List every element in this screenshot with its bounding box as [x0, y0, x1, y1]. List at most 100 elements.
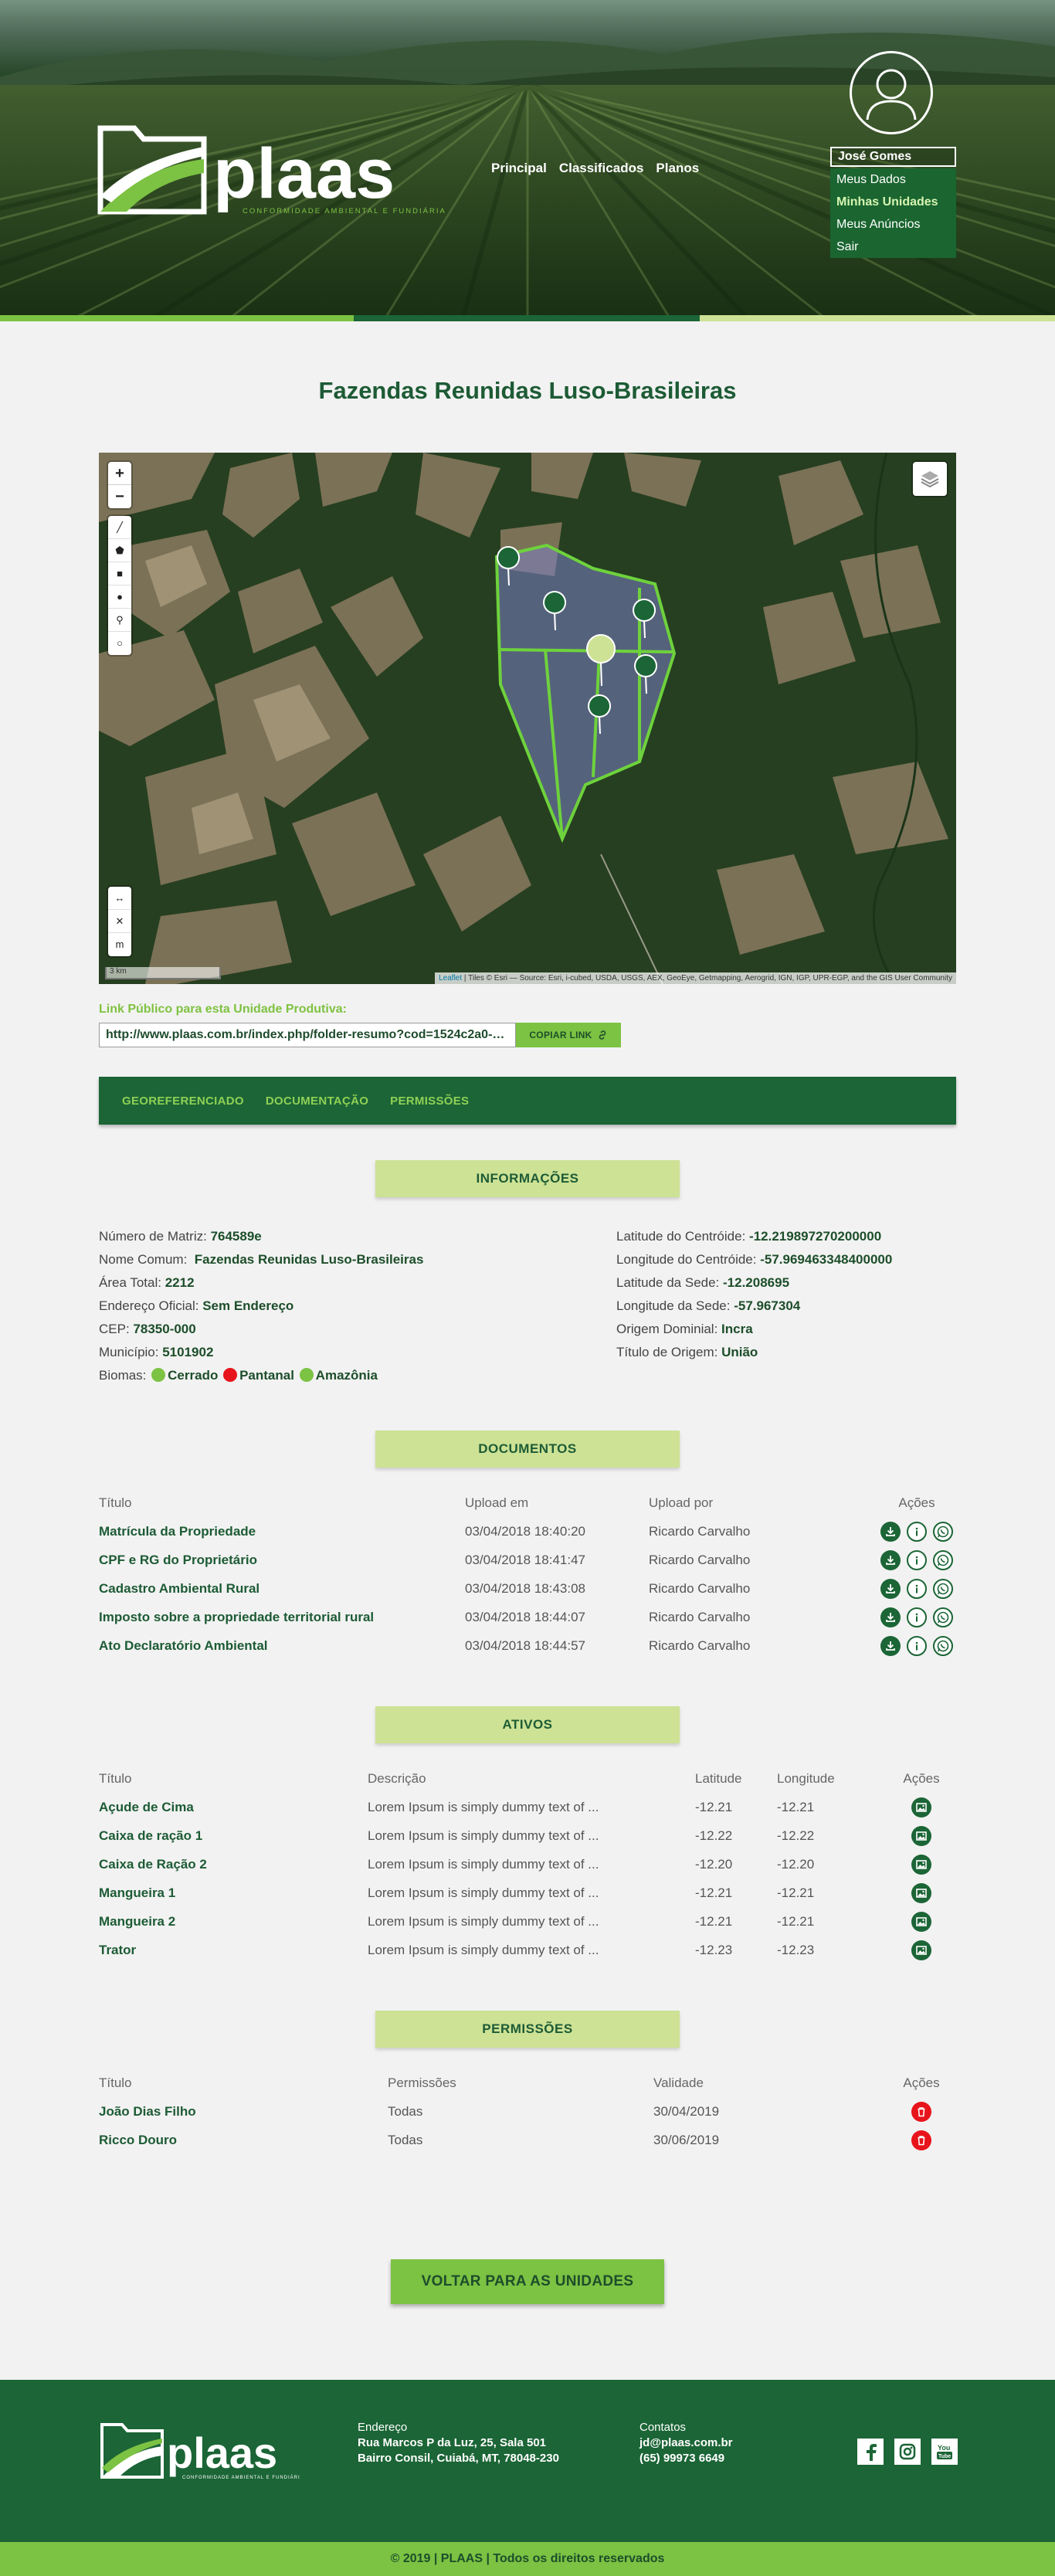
zoom-in-button[interactable]: +: [108, 462, 131, 485]
image-icon[interactable]: [911, 1911, 931, 1932]
main-nav: Principal Classificados Planos: [491, 161, 699, 176]
info-icon[interactable]: [907, 1607, 927, 1627]
info-row: Título de Origem: União: [616, 1345, 758, 1359]
footer-logo[interactable]: plaas CONFORMIDADE AMBIENTAL E FUNDIÁRIA: [99, 2415, 300, 2486]
table-cell[interactable]: Imposto sobre a propriedade territorial …: [99, 1603, 465, 1631]
copy-link-button[interactable]: COPIAR LINK: [516, 1023, 621, 1047]
menu-minhas-unidades[interactable]: Minhas Unidades: [830, 191, 956, 213]
menu-meus-anuncios[interactable]: Meus Anúncios: [830, 213, 956, 236]
table-cell[interactable]: Caixa de Ração 2: [99, 1850, 368, 1879]
whatsapp-icon[interactable]: [933, 1607, 953, 1627]
map-scale: 3 km: [105, 967, 221, 979]
draw-circle-icon[interactable]: ●: [108, 585, 131, 609]
public-link-input[interactable]: http://www.plaas.com.br/index.php/folder…: [99, 1023, 516, 1047]
download-icon[interactable]: [880, 1578, 901, 1599]
plaas-logo[interactable]: plaas CONFORMIDADE AMBIENTAL E FUNDIÁRIA: [96, 113, 451, 221]
table-cell[interactable]: Mangueira 2: [99, 1907, 368, 1936]
tab-permissoes[interactable]: PERMISSÕES: [390, 1095, 469, 1108]
whatsapp-icon[interactable]: [933, 1549, 953, 1570]
zoom-out-button[interactable]: −: [108, 485, 131, 508]
download-icon[interactable]: [880, 1549, 901, 1570]
table-cell: -12.20: [695, 1856, 733, 1872]
whatsapp-icon[interactable]: [933, 1578, 953, 1599]
download-icon[interactable]: [880, 1607, 901, 1627]
table-cell[interactable]: CPF e RG do Proprietário: [99, 1546, 465, 1574]
info-left-column: Número de Matriz: 764589e Nome Comum: Fa…: [99, 1225, 423, 1387]
layers-icon[interactable]: [913, 462, 947, 496]
table-cell[interactable]: Matrícula da Propriedade: [99, 1517, 465, 1546]
table-row: Açude de Cima Lorem Ipsum is simply dummy…: [99, 1793, 956, 1821]
col-acoes: Ações: [903, 2075, 940, 2090]
draw-marker-icon[interactable]: ⚲: [108, 609, 131, 632]
user-avatar-icon[interactable]: [850, 51, 933, 134]
menu-sair[interactable]: Sair: [830, 236, 956, 258]
page-title: Fazendas Reunidas Luso-Brasileiras: [318, 377, 737, 404]
table-cell[interactable]: Caixa de ração 1: [99, 1821, 368, 1850]
table-cell[interactable]: Ricco Douro: [99, 2126, 388, 2154]
table-cell: -12.21: [695, 1913, 733, 1929]
info-icon[interactable]: [907, 1578, 927, 1599]
info-row: Origem Dominial: Incra: [616, 1322, 753, 1336]
whatsapp-icon[interactable]: [933, 1521, 953, 1542]
info-row: CEP: 78350-000: [99, 1322, 196, 1336]
footer-email[interactable]: jd@plaas.com.br: [639, 2435, 733, 2451]
nav-planos[interactable]: Planos: [656, 161, 699, 176]
info-row: Longitude da Sede: -57.967304: [616, 1298, 801, 1313]
table-cell[interactable]: Cadastro Ambiental Rural: [99, 1574, 465, 1603]
measure-distance-icon[interactable]: ↔: [108, 887, 131, 910]
table-cell: -12.21: [695, 1885, 733, 1900]
back-to-units-button[interactable]: VOLTAR PARA AS UNIDADES: [391, 2259, 664, 2304]
table-cell[interactable]: Ato Declaratório Ambiental: [99, 1631, 465, 1660]
table-cell: 03/04/2018 18:44:07: [465, 1609, 585, 1624]
col-validade: Validade: [653, 2075, 704, 2090]
whatsapp-icon[interactable]: [933, 1635, 953, 1656]
nav-classificados[interactable]: Classificados: [559, 161, 644, 176]
instagram-icon[interactable]: [894, 2439, 921, 2465]
table-cell[interactable]: Açude de Cima: [99, 1793, 368, 1821]
youtube-icon[interactable]: You Tube: [931, 2439, 958, 2465]
trash-icon[interactable]: [911, 2101, 931, 2122]
tab-georeferenciado[interactable]: GEOREFERENCIADO: [122, 1095, 244, 1108]
draw-rectangle-icon[interactable]: ■: [108, 562, 131, 585]
documents-section: DOCUMENTOS Título Upload em Upload por A…: [99, 1431, 956, 1660]
draw-toolbar: ╱ ⬟ ■ ● ⚲ ○: [108, 516, 131, 655]
col-titulo: Título: [99, 2075, 132, 2090]
user-name[interactable]: José Gomes: [830, 147, 956, 167]
trash-icon[interactable]: [911, 2130, 931, 2150]
info-icon[interactable]: [907, 1521, 927, 1542]
download-icon[interactable]: [880, 1521, 901, 1542]
info-row: Endereço Oficial: Sem Endereço: [99, 1298, 294, 1313]
menu-meus-dados[interactable]: Meus Dados: [830, 168, 956, 191]
image-icon[interactable]: [911, 1854, 931, 1875]
col-acoes: Ações: [898, 1495, 935, 1510]
measure-clear-icon[interactable]: ✕: [108, 910, 131, 933]
section-tabs: GEOREFERENCIADO DOCUMENTAÇÃO PERMISSÕES: [99, 1077, 956, 1125]
info-icon[interactable]: [907, 1549, 927, 1570]
satellite-map[interactable]: [99, 453, 956, 984]
footer-phone: (65) 99973 6649: [639, 2452, 725, 2465]
table-cell[interactable]: Mangueira 1: [99, 1879, 368, 1907]
info-icon[interactable]: [907, 1635, 927, 1656]
image-icon[interactable]: [911, 1825, 931, 1846]
table-cell[interactable]: João Dias Filho: [99, 2097, 388, 2126]
nav-principal[interactable]: Principal: [491, 161, 547, 176]
leaflet-link[interactable]: Leaflet: [439, 974, 462, 983]
draw-polygon-icon[interactable]: ⬟: [108, 539, 131, 562]
download-icon[interactable]: [880, 1635, 901, 1656]
facebook-icon[interactable]: [857, 2439, 884, 2465]
bioma-dot: [299, 1368, 314, 1382]
measure-unit-button[interactable]: m: [108, 933, 131, 956]
image-icon[interactable]: [911, 1882, 931, 1903]
table-cell: Ricardo Carvalho: [649, 1609, 751, 1624]
link-icon: [599, 1030, 606, 1040]
tab-documentacao[interactable]: DOCUMENTAÇÃO: [266, 1095, 368, 1108]
image-icon[interactable]: [911, 1797, 931, 1817]
table-cell[interactable]: Trator: [99, 1936, 368, 1964]
actions-cell: [887, 1821, 956, 1850]
info-row: Latitude do Centróide: -12.2198972702000…: [616, 1229, 882, 1244]
draw-line-icon[interactable]: ╱: [108, 516, 131, 539]
draw-circle-marker-icon[interactable]: ○: [108, 632, 131, 655]
bioma-dot: [151, 1368, 166, 1382]
map-view[interactable]: + − ╱ ⬟ ■ ● ⚲ ○ ↔ ✕ m 3 km Leaflet | Til…: [99, 453, 956, 984]
image-icon[interactable]: [911, 1940, 931, 1960]
